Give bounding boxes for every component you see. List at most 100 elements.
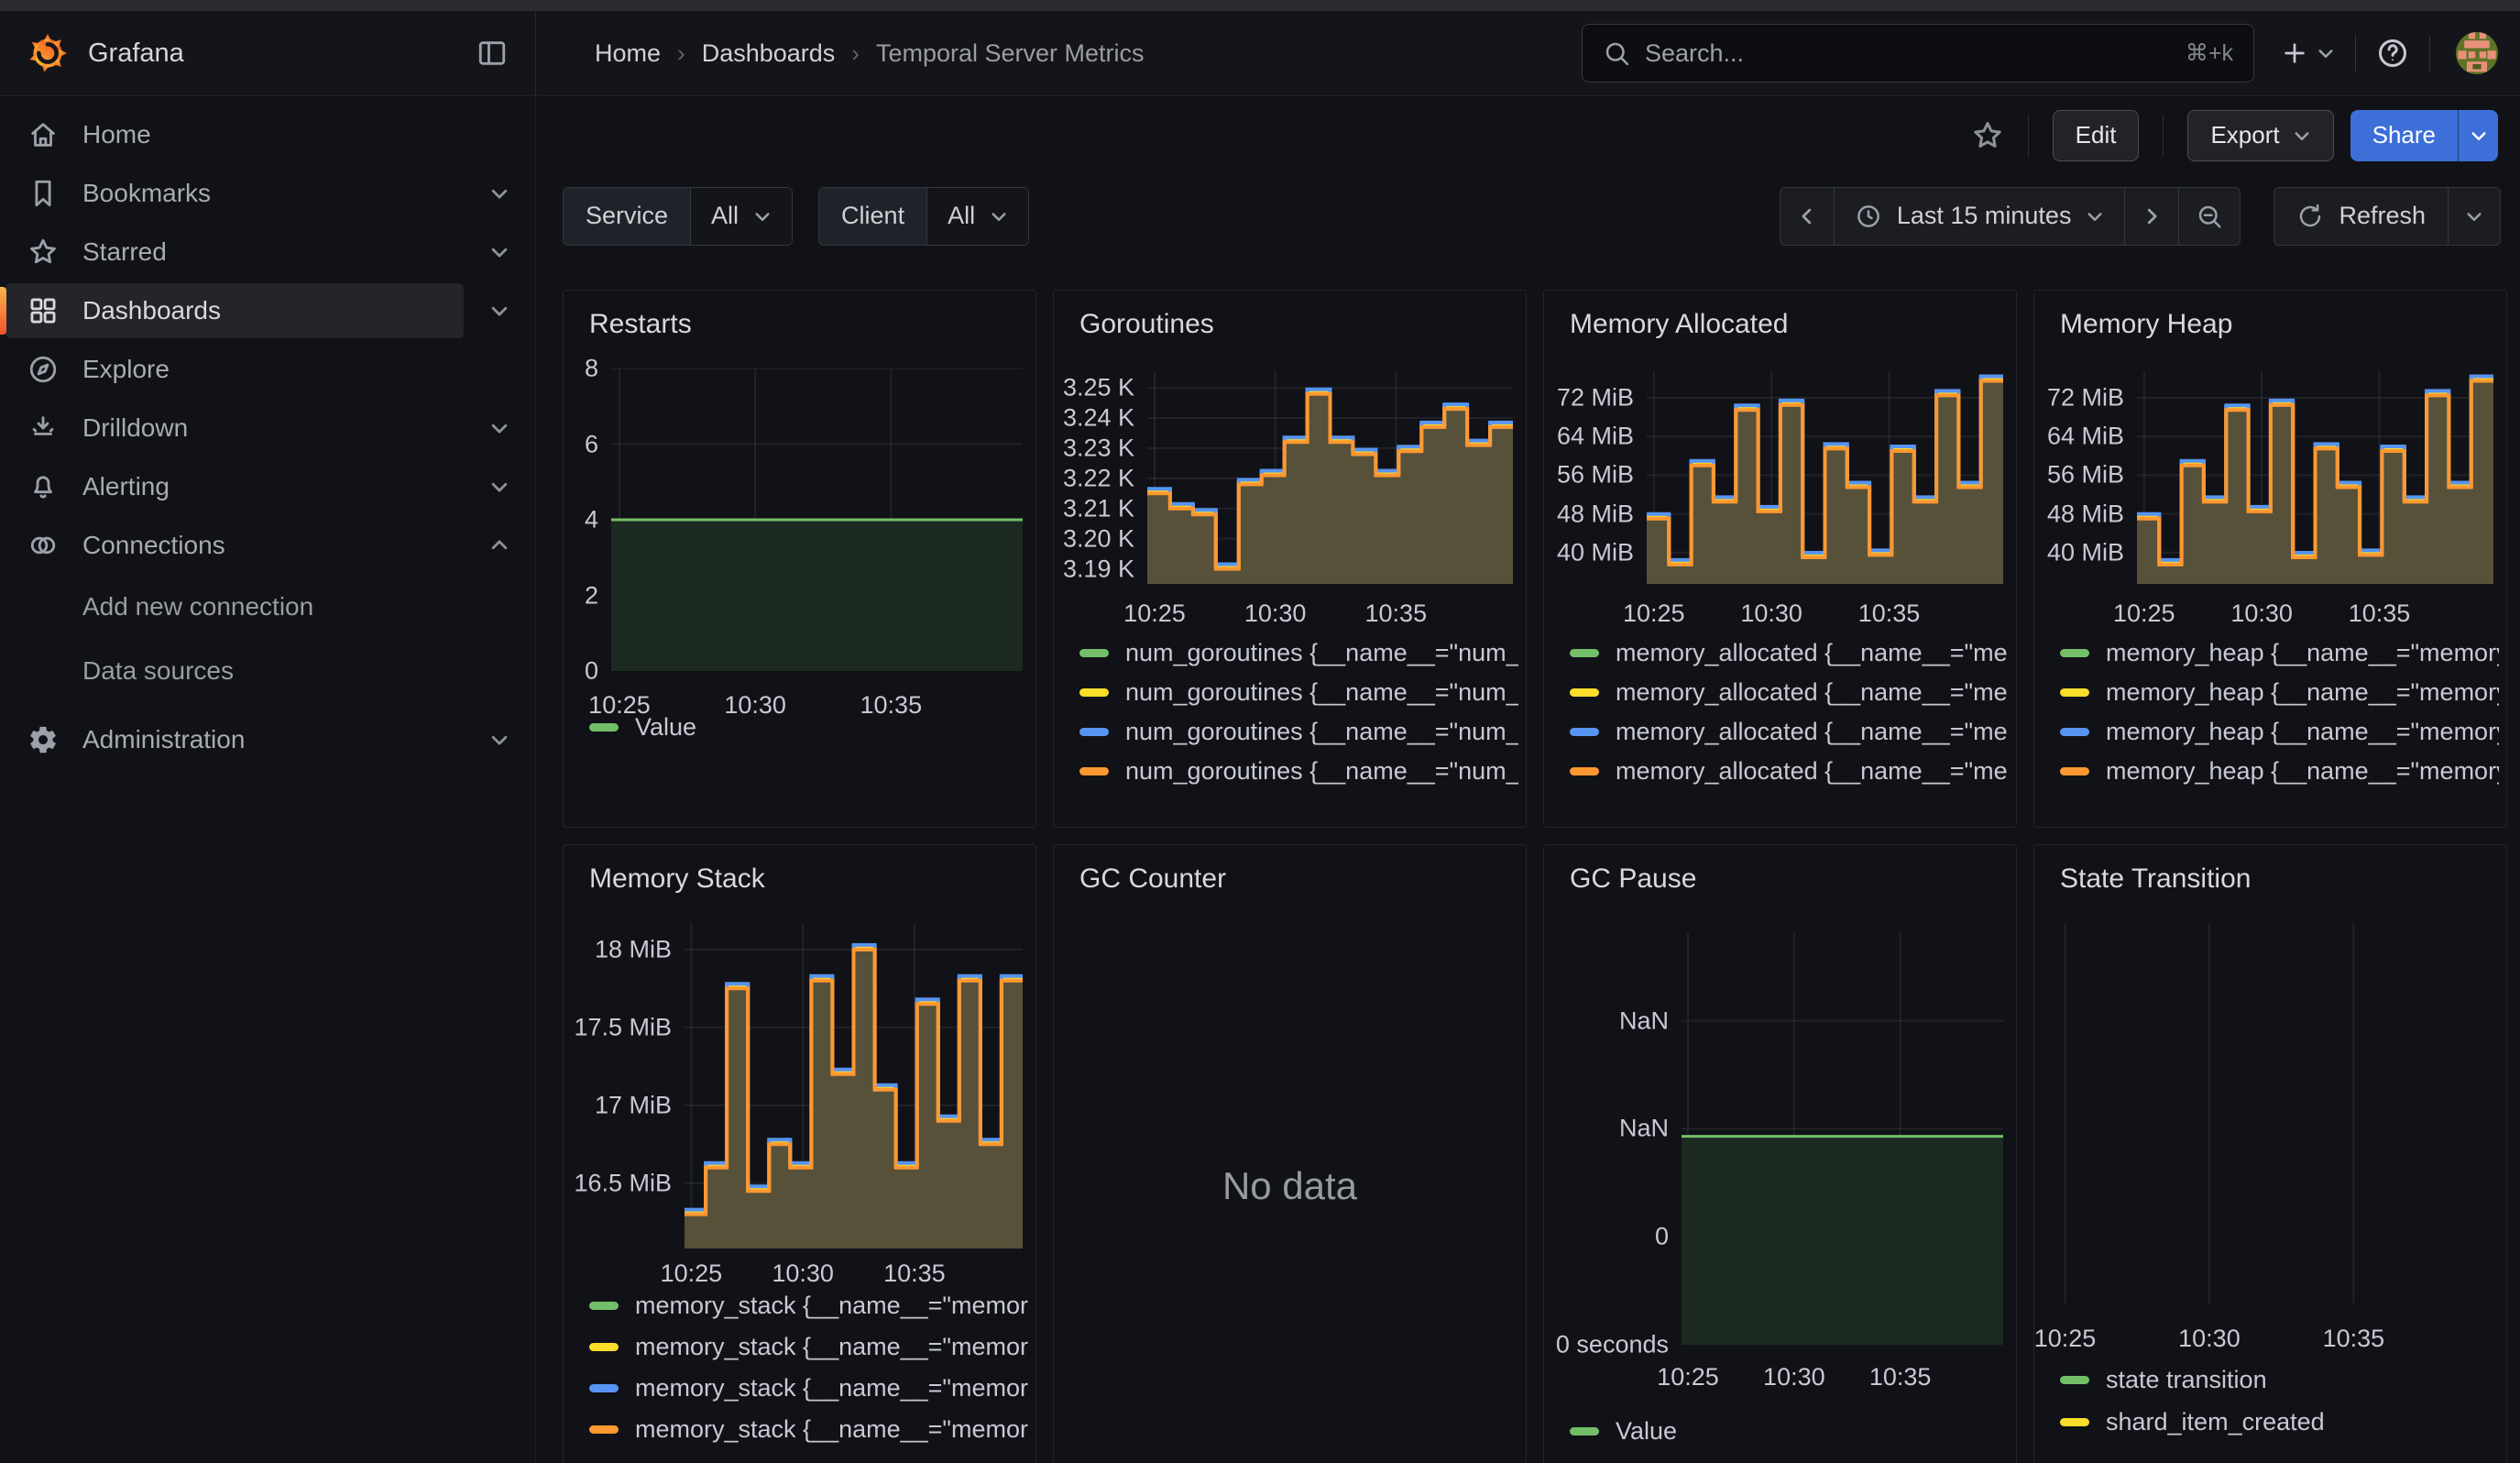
panel-title[interactable]: Memory Heap (2034, 291, 2506, 340)
time-series-chart[interactable]: 86420 (564, 368, 1023, 671)
edit-button[interactable]: Edit (2053, 110, 2140, 161)
time-range-picker[interactable]: Last 15 minutes (1835, 188, 2126, 245)
legend-label: shard_item_created (2106, 1408, 2325, 1436)
search-input[interactable] (1645, 39, 2171, 68)
legend-item[interactable]: memory_heap {__name__="memory_h (2060, 752, 2499, 790)
legend-item[interactable]: memory_heap {__name__="memory_h (2060, 712, 2499, 752)
breadcrumb-dashboards[interactable]: Dashboards (702, 39, 836, 68)
legend-item[interactable]: num_goroutines {__name__="num_go (1079, 633, 1518, 673)
sidebar-item-bookmarks[interactable]: Bookmarks (0, 164, 535, 223)
time-series-chart[interactable]: 18 MiB17.5 MiB17 MiB16.5 MiB (564, 923, 1023, 1248)
chevron-down-icon[interactable] (489, 730, 509, 750)
legend-color-pill (589, 1302, 619, 1310)
plot-area[interactable] (1147, 371, 1513, 584)
client-variable-value[interactable]: All (927, 188, 1028, 245)
chevron-up-icon[interactable] (489, 535, 509, 556)
legend-item[interactable]: shard_item_created (2060, 1401, 2499, 1443)
legend-item[interactable]: memory_allocated {__name__="memo (1570, 673, 2009, 712)
share-menu-button[interactable] (2458, 110, 2498, 161)
legend-item[interactable]: num_goroutines {__name__="num_go (1079, 752, 1518, 790)
sidebar-toggle-icon[interactable] (477, 38, 508, 69)
panel-title[interactable]: Memory Allocated (1544, 291, 2016, 340)
sidebar-nav: Home Bookmarks Starred Dashboards Explor… (0, 96, 536, 1463)
service-variable-label: Service (564, 188, 691, 245)
zoom-out-button[interactable] (2179, 188, 2240, 245)
chevron-down-icon[interactable] (489, 183, 509, 204)
legend-color-pill (1079, 728, 1109, 736)
sidebar-item-add-new-connection[interactable]: Add new connection (0, 575, 535, 639)
plot-area[interactable] (2056, 923, 2493, 1304)
time-series-chart[interactable] (2034, 923, 2493, 1304)
breadcrumb-home[interactable]: Home (595, 39, 661, 68)
x-axis-label: 10:35 (2349, 600, 2411, 628)
legend-item[interactable]: num_goroutines {__name__="num_go (1079, 712, 1518, 752)
legend-item[interactable]: memory_heap {__name__="memory_h (2060, 673, 2499, 712)
legend-item[interactable]: memory_stack {__name__="memory_s (589, 1409, 1028, 1450)
breadcrumb-separator: › (851, 39, 860, 68)
legend-item[interactable]: Value (589, 708, 1028, 747)
add-menu-button[interactable] (2280, 38, 2335, 68)
dashboards-icon (27, 295, 59, 326)
sidebar-item-connections[interactable]: Connections (0, 516, 535, 575)
panel-title[interactable]: GC Counter (1054, 845, 1526, 895)
plot-area[interactable] (1682, 932, 2003, 1345)
sidebar-item-starred[interactable]: Starred (0, 223, 535, 281)
export-button[interactable]: Export (2187, 110, 2333, 161)
sidebar-item-data-sources[interactable]: Data sources (0, 639, 535, 703)
sidebar-item-administration[interactable]: Administration (0, 710, 535, 769)
plot-area[interactable] (2137, 371, 2493, 584)
legend-item[interactable]: state transition (2060, 1358, 2499, 1401)
bell-icon (27, 471, 59, 502)
time-series-chart[interactable]: 72 MiB64 MiB56 MiB48 MiB40 MiB (2034, 371, 2493, 584)
sidebar-item-drilldown[interactable]: Drilldown (0, 399, 535, 457)
time-shift-forward-button[interactable] (2125, 188, 2179, 245)
sidebar-item-dashboards[interactable]: Dashboards (0, 281, 535, 340)
panel-title[interactable]: GC Pause (1544, 845, 2016, 895)
user-avatar[interactable] (2456, 32, 2498, 74)
help-icon[interactable] (2376, 37, 2409, 70)
y-axis-label: 2 (564, 581, 598, 610)
panel-title[interactable]: Goroutines (1054, 291, 1526, 340)
plot-area[interactable] (685, 923, 1023, 1248)
time-series-chart[interactable]: 3.25 K3.24 K3.23 K3.22 K3.21 K3.20 K3.19… (1054, 371, 1513, 584)
legend-item[interactable]: memory_stack {__name__="memory_s (589, 1285, 1028, 1326)
sidebar-item-explore[interactable]: Explore (0, 340, 535, 399)
chevron-down-icon[interactable] (489, 301, 509, 321)
legend-item[interactable]: memory_allocated {__name__="memo (1570, 633, 2009, 673)
panel-title[interactable]: Memory Stack (564, 845, 1035, 895)
search-box[interactable]: ⌘+k (1582, 24, 2254, 82)
plot-area[interactable] (1647, 371, 2003, 584)
service-variable-value[interactable]: All (691, 188, 792, 245)
dashboard-grid: Restarts 86420 Value 10:2510:3010:35 Gor… (536, 258, 2520, 1463)
active-item-indicator (0, 287, 6, 335)
legend-color-pill (589, 723, 619, 732)
favorite-star-icon[interactable] (1971, 119, 2004, 152)
sidebar-item-alerting[interactable]: Alerting (0, 457, 535, 516)
chevron-down-icon[interactable] (489, 418, 509, 438)
chevron-down-icon (2465, 207, 2483, 226)
chevron-down-icon[interactable] (489, 477, 509, 497)
y-axis-label: NaN (1544, 1115, 1669, 1143)
share-button[interactable]: Share (2350, 110, 2458, 161)
sidebar-item-home[interactable]: Home (0, 105, 535, 164)
time-series-chart[interactable]: 72 MiB64 MiB56 MiB48 MiB40 MiB (1544, 371, 2003, 584)
x-axis-label: 10:35 (1365, 600, 1428, 628)
plot-area[interactable] (611, 368, 1023, 671)
legend-item[interactable]: num_goroutines {__name__="num_go (1079, 673, 1518, 712)
chevron-down-icon (2317, 44, 2335, 62)
legend-item[interactable]: memory_allocated {__name__="memo (1570, 752, 2009, 790)
time-series-chart[interactable]: NaNNaN00 seconds (1544, 932, 2003, 1345)
chevron-down-icon[interactable] (489, 242, 509, 262)
legend-item[interactable]: memory_stack {__name__="memory_s (589, 1326, 1028, 1368)
legend-item[interactable]: Value (1570, 1412, 2009, 1451)
refresh-button[interactable]: Refresh (2274, 188, 2449, 245)
no-data-message: No data (1054, 1164, 1526, 1208)
panel-memory-stack: Memory Stack 18 MiB17.5 MiB17 MiB16.5 Mi… (563, 844, 1036, 1463)
legend-item[interactable]: memory_allocated {__name__="memo (1570, 712, 2009, 752)
panel-title[interactable]: Restarts (564, 291, 1035, 340)
legend-item[interactable]: memory_stack {__name__="memory_s (589, 1368, 1028, 1409)
time-shift-back-button[interactable] (1780, 188, 1835, 245)
panel-title[interactable]: State Transition (2034, 845, 2506, 895)
refresh-interval-button[interactable] (2449, 188, 2500, 245)
legend-item[interactable]: memory_heap {__name__="memory_h (2060, 633, 2499, 673)
